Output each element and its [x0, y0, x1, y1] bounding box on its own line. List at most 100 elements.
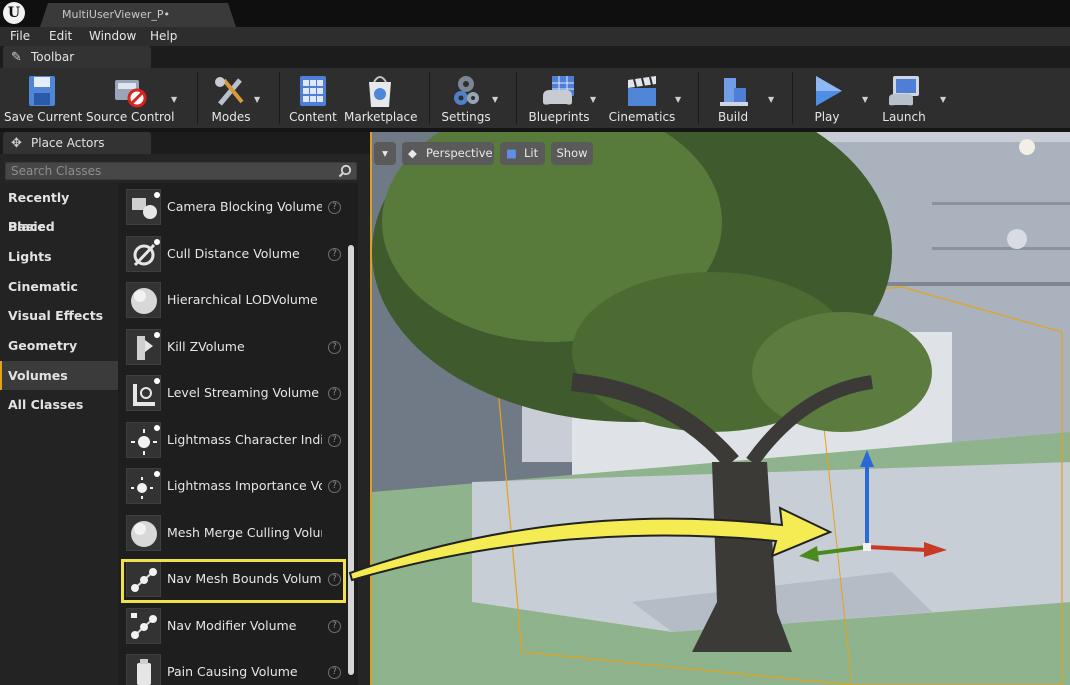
- content-icon: [300, 76, 326, 106]
- blueprints-icon: [543, 76, 574, 105]
- blueprints-dropdown-icon[interactable]: ▼: [590, 95, 596, 104]
- actor-label: Pain Causing Volume: [167, 664, 298, 679]
- category-visual-effects[interactable]: Visual Effects: [0, 301, 118, 330]
- nav-modifier-volume-icon: [126, 608, 161, 644]
- play-dropdown-icon[interactable]: ▼: [862, 95, 868, 104]
- toolbar-separator: [698, 72, 699, 124]
- toolbar-tab-label: Toolbar: [31, 50, 75, 64]
- help-icon[interactable]: ?: [328, 480, 341, 493]
- level-viewport[interactable]: ▾ ◆ Perspective ■ Lit Show: [370, 132, 1070, 685]
- settings-icon: [454, 76, 479, 105]
- pain-causing-volume-icon: [126, 654, 161, 685]
- category-cinematic[interactable]: Cinematic: [0, 272, 118, 301]
- settings-label: Settings: [441, 110, 491, 124]
- content-label: Content: [289, 110, 337, 124]
- toolbar-separator: [197, 72, 198, 124]
- place-actors-tab-label: Place Actors: [31, 136, 105, 150]
- modes-dropdown-icon[interactable]: ▼: [254, 95, 260, 104]
- launch-icon: [889, 76, 919, 106]
- category-all-classes[interactable]: All Classes: [0, 390, 118, 419]
- list-item[interactable]: Kill ZVolume ?: [118, 325, 348, 371]
- main-toolbar: Save Current Source Control ▼ Modes ▼ Co…: [0, 68, 1070, 128]
- source-control-icon: [115, 80, 147, 108]
- play-icon: [816, 76, 842, 106]
- actor-label: Lightmass Importance Vol: [167, 478, 322, 493]
- help-icon[interactable]: ?: [328, 434, 341, 447]
- search-box[interactable]: [5, 162, 357, 180]
- lit-cube-icon: ■: [506, 146, 517, 160]
- list-item[interactable]: Camera Blocking Volume ?: [118, 185, 348, 231]
- modes-button[interactable]: Modes: [202, 68, 260, 128]
- play-label: Play: [814, 110, 840, 124]
- category-lights[interactable]: Lights: [0, 242, 118, 271]
- actor-list-scrollbar[interactable]: [348, 245, 354, 675]
- camera-blocking-volume-icon: [126, 189, 161, 225]
- highlight-box: [121, 559, 346, 603]
- launch-button[interactable]: Launch: [875, 68, 933, 128]
- toolbar-separator: [792, 72, 793, 124]
- place-actors-tab[interactable]: ✥ Place Actors: [3, 132, 151, 154]
- menu-help[interactable]: Help: [150, 29, 177, 43]
- place-actors-icon: ✥: [11, 136, 22, 151]
- category-geometry[interactable]: Geometry: [0, 331, 118, 360]
- settings-dropdown-icon[interactable]: ▼: [492, 95, 498, 104]
- help-icon[interactable]: ?: [328, 620, 341, 633]
- list-item[interactable]: Lightmass Importance Vol ?: [118, 464, 348, 510]
- list-item[interactable]: Lightmass Character Indir ?: [118, 418, 348, 464]
- list-item[interactable]: Nav Modifier Volume ?: [118, 604, 348, 650]
- list-item[interactable]: Hierarchical LODVolume: [118, 278, 348, 324]
- list-item[interactable]: Cull Distance Volume ?: [118, 232, 348, 278]
- toolbar-tab[interactable]: ✎ Toolbar: [3, 46, 151, 68]
- level-streaming-volume-icon: [126, 375, 161, 411]
- help-icon[interactable]: ?: [328, 341, 341, 354]
- blueprints-button[interactable]: Blueprints: [524, 68, 594, 128]
- toolbar-tab-row: ✎ Toolbar: [0, 46, 1070, 68]
- lightmass-character-indirect-icon: [126, 422, 161, 458]
- place-actors-panel: Recently Placed Basic Lights Cinematic V…: [0, 154, 370, 685]
- menu-window[interactable]: Window: [89, 29, 136, 43]
- launch-dropdown-icon[interactable]: ▼: [940, 95, 946, 104]
- viewport-options-button[interactable]: ▾: [374, 142, 396, 165]
- lit-button[interactable]: ■ Lit: [500, 142, 545, 165]
- list-item[interactable]: Pain Causing Volume ?: [118, 650, 348, 685]
- actor-label: Cull Distance Volume: [167, 246, 300, 261]
- build-label: Build: [717, 110, 749, 124]
- help-icon[interactable]: ?: [328, 387, 341, 400]
- hierarchical-lod-volume-icon: [126, 282, 161, 318]
- actor-list: Camera Blocking Volume ? Cull Distance V…: [118, 183, 358, 685]
- list-item[interactable]: Level Streaming Volume ?: [118, 371, 348, 417]
- mesh-merge-culling-volume-icon: [126, 515, 161, 551]
- source-control-label: Source Control: [86, 110, 175, 124]
- show-button[interactable]: Show: [551, 142, 593, 165]
- perspective-button[interactable]: ◆ Perspective: [402, 142, 494, 165]
- menu-file[interactable]: File: [10, 29, 30, 43]
- settings-button[interactable]: Settings: [436, 68, 496, 128]
- help-icon[interactable]: ?: [328, 666, 341, 679]
- menu-edit[interactable]: Edit: [49, 29, 72, 43]
- search-classes-input[interactable]: [6, 163, 326, 179]
- search-icon[interactable]: [338, 164, 352, 178]
- cinematics-button[interactable]: Cinematics: [608, 68, 676, 128]
- build-dropdown-icon[interactable]: ▼: [768, 95, 774, 104]
- build-button[interactable]: Build: [705, 68, 761, 128]
- modes-icon: [215, 77, 244, 106]
- help-icon[interactable]: ?: [328, 201, 341, 214]
- cinematics-label: Cinematics: [608, 110, 676, 124]
- save-icon: [29, 76, 55, 106]
- category-volumes[interactable]: Volumes: [0, 361, 118, 390]
- category-recently-placed[interactable]: Recently Placed: [0, 183, 118, 234]
- source-control-dropdown-icon[interactable]: ▼: [171, 95, 177, 104]
- source-control-button[interactable]: Source Control: [86, 68, 174, 128]
- save-current-button[interactable]: Save Current: [4, 68, 82, 128]
- cinematics-dropdown-icon[interactable]: ▼: [675, 95, 681, 104]
- unreal-logo-icon: U: [3, 2, 25, 24]
- content-button[interactable]: Content: [284, 68, 342, 128]
- marketplace-button[interactable]: Marketplace: [344, 68, 418, 128]
- help-icon[interactable]: ?: [328, 248, 341, 261]
- category-basic[interactable]: Basic: [0, 212, 118, 241]
- category-list: Recently Placed Basic Lights Cinematic V…: [0, 183, 118, 685]
- document-tab[interactable]: MultiUserViewer_P•: [40, 3, 236, 27]
- play-button[interactable]: Play: [800, 68, 854, 128]
- build-icon: [720, 78, 748, 106]
- list-item[interactable]: Mesh Merge Culling Volume: [118, 511, 348, 557]
